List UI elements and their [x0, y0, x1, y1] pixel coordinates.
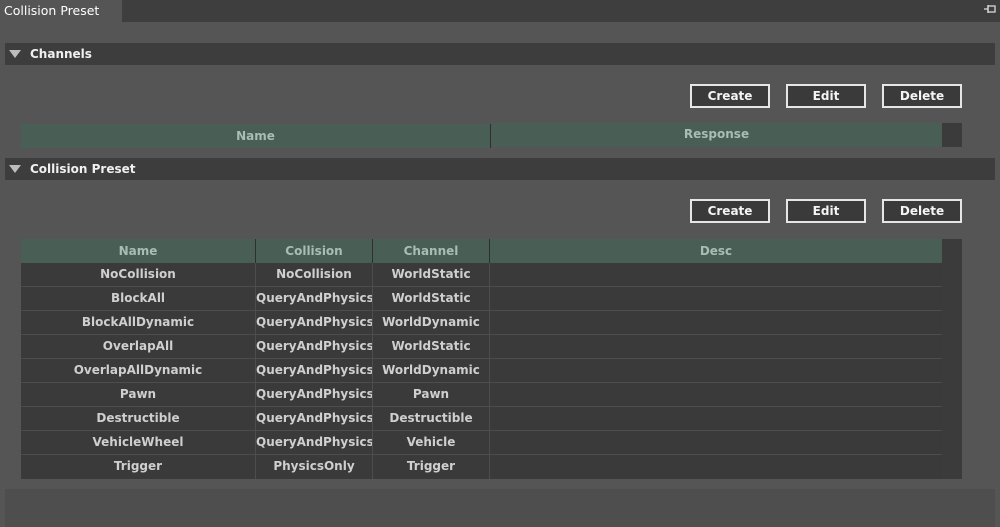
channels-create-button[interactable]: Create: [690, 84, 770, 108]
channels-delete-button[interactable]: Delete: [882, 84, 962, 108]
presets-header-collision[interactable]: Collision: [256, 239, 373, 263]
presets-delete-button[interactable]: Delete: [882, 199, 962, 223]
cell-name: Trigger: [21, 455, 256, 479]
channels-scrollbar[interactable]: [942, 123, 962, 147]
cell-desc: [490, 263, 942, 286]
cell-collision: QueryAndPhysics: [256, 359, 373, 382]
presets-create-button[interactable]: Create: [690, 199, 770, 223]
presets-edit-button[interactable]: Edit: [786, 199, 866, 223]
cell-name: BlockAll: [21, 287, 256, 310]
cell-collision: QueryAndPhysics: [256, 335, 373, 358]
title-bar: Collision Preset: [0, 0, 1000, 22]
cell-desc: [490, 287, 942, 310]
channels-header-name[interactable]: Name: [21, 124, 491, 148]
table-row[interactable]: BlockAll QueryAndPhysics WorldStatic: [21, 287, 942, 311]
window-tab[interactable]: Collision Preset: [0, 0, 122, 22]
table-row[interactable]: Pawn QueryAndPhysics Pawn: [21, 383, 942, 407]
cell-collision: QueryAndPhysics: [256, 407, 373, 430]
channels-section-title: Channels: [30, 47, 92, 61]
cell-desc: [490, 431, 942, 454]
table-row[interactable]: OverlapAllDynamic QueryAndPhysics WorldD…: [21, 359, 942, 383]
cell-collision: NoCollision: [256, 263, 373, 286]
cell-collision: QueryAndPhysics: [256, 287, 373, 310]
collapse-triangle-icon[interactable]: [9, 50, 21, 58]
bottom-panel: [5, 489, 995, 527]
table-row[interactable]: Destructible QueryAndPhysics Destructibl…: [21, 407, 942, 431]
cell-name: NoCollision: [21, 263, 256, 286]
table-row[interactable]: OverlapAll QueryAndPhysics WorldStatic: [21, 335, 942, 359]
cell-desc: [490, 335, 942, 358]
cell-channel: WorldDynamic: [373, 359, 490, 382]
cell-name: OverlapAllDynamic: [21, 359, 256, 382]
cell-name: Destructible: [21, 407, 256, 430]
channels-edit-button[interactable]: Edit: [786, 84, 866, 108]
channels-table: Name Response: [21, 123, 962, 148]
cell-channel: WorldStatic: [373, 263, 490, 286]
cell-collision: QueryAndPhysics: [256, 383, 373, 406]
cell-channel: WorldStatic: [373, 335, 490, 358]
cell-channel: Pawn: [373, 383, 490, 406]
collapse-triangle-icon[interactable]: [9, 165, 21, 173]
presets-header-name[interactable]: Name: [21, 239, 256, 263]
cell-channel: WorldDynamic: [373, 311, 490, 334]
cell-channel: WorldStatic: [373, 287, 490, 310]
pin-icon[interactable]: [983, 3, 997, 17]
presets-header-channel[interactable]: Channel: [373, 239, 490, 263]
presets-scrollbar[interactable]: [942, 239, 962, 479]
cell-channel: Vehicle: [373, 431, 490, 454]
channels-header-response[interactable]: Response: [491, 123, 942, 147]
cell-name: VehicleWheel: [21, 431, 256, 454]
cell-name: OverlapAll: [21, 335, 256, 358]
cell-channel: Destructible: [373, 407, 490, 430]
cell-name: BlockAllDynamic: [21, 311, 256, 334]
presets-rows: NoCollision NoCollision WorldStatic Bloc…: [21, 263, 942, 479]
cell-desc: [490, 359, 942, 382]
presets-section-header[interactable]: Collision Preset: [5, 158, 995, 180]
presets-section-title: Collision Preset: [30, 162, 136, 176]
presets-table: Name Collision Channel Desc NoCollision …: [21, 239, 962, 479]
table-row[interactable]: NoCollision NoCollision WorldStatic: [21, 263, 942, 287]
cell-name: Pawn: [21, 383, 256, 406]
cell-collision: PhysicsOnly: [256, 455, 373, 479]
cell-desc: [490, 311, 942, 334]
cell-desc: [490, 383, 942, 406]
channels-section-header[interactable]: Channels: [5, 43, 995, 65]
table-row[interactable]: BlockAllDynamic QueryAndPhysics WorldDyn…: [21, 311, 942, 335]
cell-desc: [490, 407, 942, 430]
table-row[interactable]: Trigger PhysicsOnly Trigger: [21, 455, 942, 479]
cell-channel: Trigger: [373, 455, 490, 479]
cell-collision: QueryAndPhysics: [256, 431, 373, 454]
presets-header-desc[interactable]: Desc: [490, 239, 942, 263]
cell-collision: QueryAndPhysics: [256, 311, 373, 334]
table-row[interactable]: VehicleWheel QueryAndPhysics Vehicle: [21, 431, 942, 455]
cell-desc: [490, 455, 942, 479]
